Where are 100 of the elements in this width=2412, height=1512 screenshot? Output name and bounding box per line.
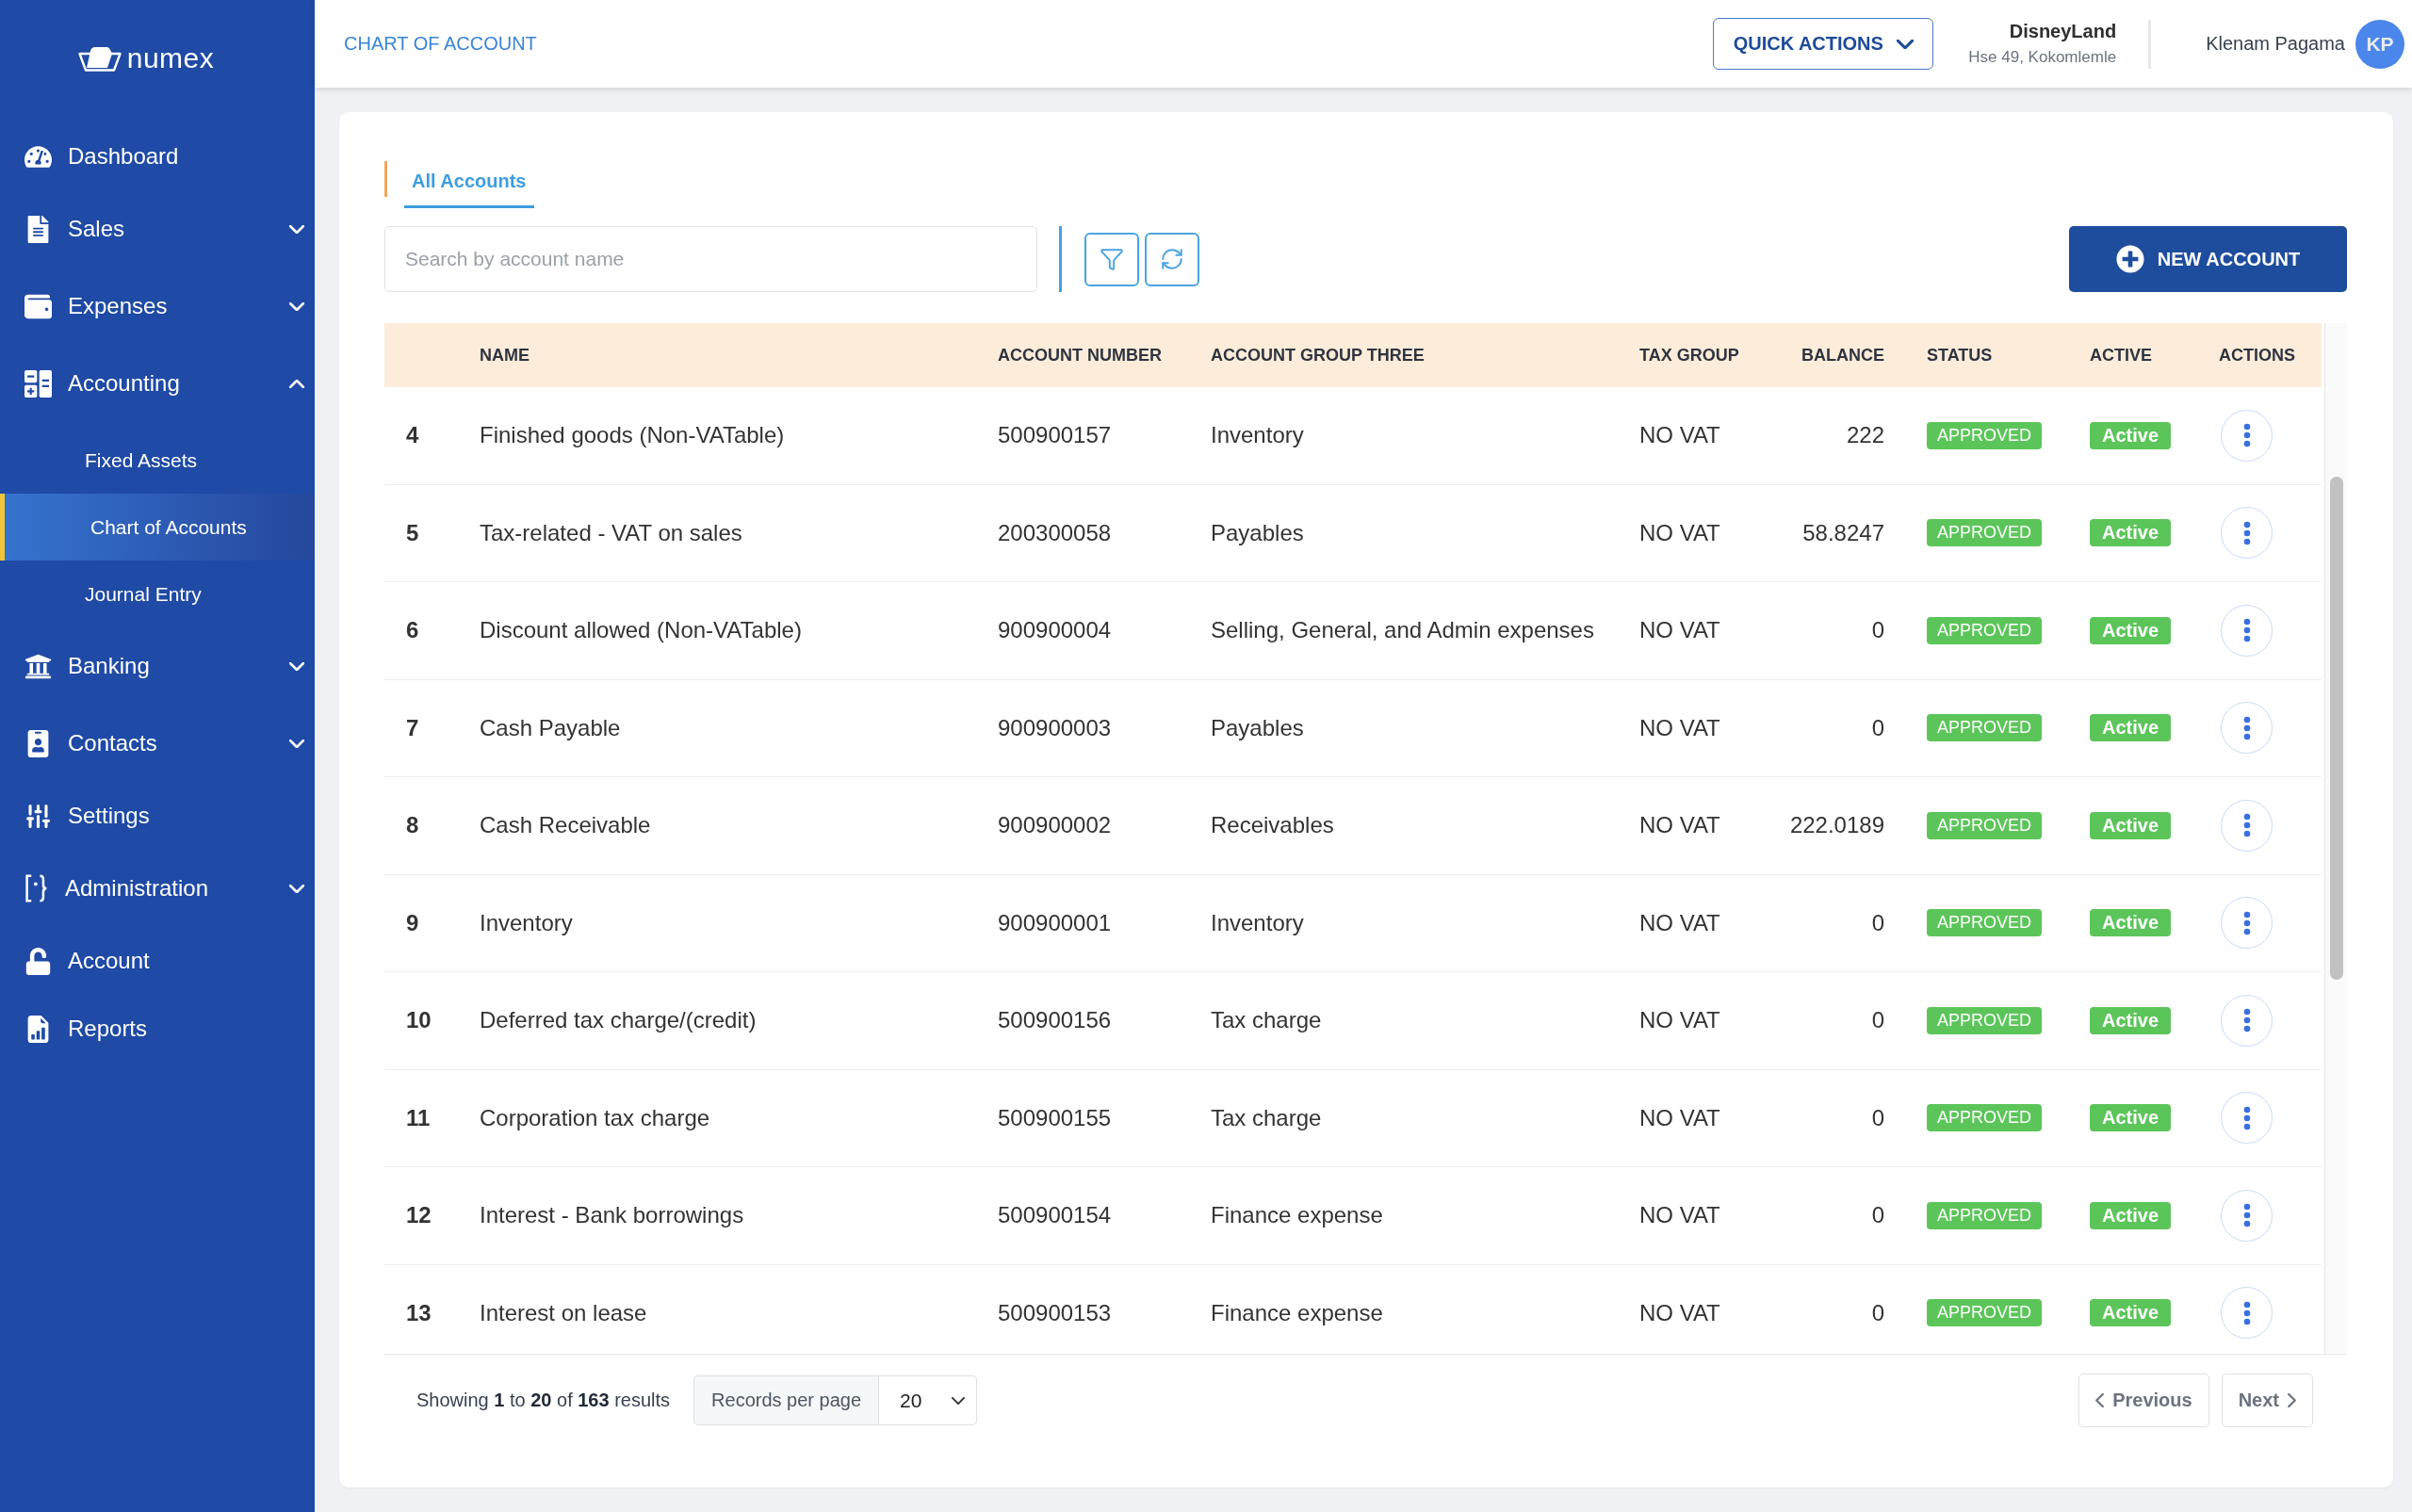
column-header: ACTIONS [2219,345,2296,366]
table-cell-text: Cash Payable [480,714,622,741]
dots-vertical-icon [2242,813,2251,838]
status-badge: APPROVED [1927,519,2043,547]
scrollbar-thumb[interactable] [2330,477,2343,980]
results-summary: Showing 1 to 20 of 163 results [416,1390,671,1411]
chevron-down-icon [1896,39,1914,49]
dots-vertical-icon [2242,423,2251,448]
table-cell-text: 500900156 [998,1007,1113,1034]
sidebar-subitem[interactable]: Chart of Accounts [0,494,315,561]
table-cell-text: NO VAT [1639,714,1721,741]
sidebar-item[interactable]: Settings [0,782,315,850]
sidebar-item[interactable]: Reports [0,995,315,1063]
active-badge: Active [2090,1299,2172,1327]
records-per-page-label: Records per page [693,1375,879,1425]
status-badge: APPROVED [1927,714,2043,742]
table-cell-text: 0 [1870,1104,1885,1131]
table-cell-text: 900900004 [998,617,1113,644]
table-cell-text: 0 [1870,617,1885,644]
table-cell-text: Cash Receivable [480,812,652,839]
table-cell-text: 900900001 [998,909,1113,936]
table-cell-text: Receivables [1211,812,1335,839]
column-header: ACTIVE [2090,345,2153,366]
sidebar-item[interactable]: Contacts [0,705,315,782]
table-cell-text: NO VAT [1639,1104,1721,1131]
next-button[interactable]: Next [2221,1374,2313,1427]
table-cell-text: 900900003 [998,714,1113,741]
table-cell-text: Tax-related - VAT on sales [480,519,743,546]
table-cell-text: Tax charge [1211,1104,1323,1131]
table-cell-text: NO VAT [1639,519,1721,546]
table-cell-text: NO VAT [1639,1007,1721,1034]
table-cell-text: 222.0189 [1788,812,1885,839]
row-number: 4 [405,422,420,449]
sidebar-subitem[interactable]: Journal Entry [0,561,315,627]
dots-vertical-icon [2242,520,2251,545]
table-cell-text: 0 [1870,909,1885,936]
search-field[interactable]: Search by account name [384,226,1037,292]
status-badge: APPROVED [1927,811,2043,839]
table-cell-text: 200300058 [998,519,1113,546]
new-account-button[interactable]: NEW ACCOUNT [2069,226,2347,292]
column-header: STATUS [1927,345,1994,366]
calculator-icon [24,369,52,398]
table-cell-text: 0 [1870,1202,1885,1229]
wallet-icon [24,292,52,320]
table-cell-text: Corporation tax charge [480,1104,711,1131]
table-cell-text: NO VAT [1639,1202,1721,1229]
table-cell-text: NO VAT [1639,1299,1721,1326]
table-cell-text: Inventory [480,909,574,936]
status-badge: APPROVED [1927,1104,2043,1132]
refresh-button[interactable] [1145,232,1199,286]
status-badge: APPROVED [1927,1006,2043,1034]
table-cell-text: 500900155 [998,1104,1113,1131]
sidebar-item[interactable]: Banking [0,627,315,705]
table-cell-text: Interest - Bank borrowings [480,1202,745,1229]
table-cell-text: 0 [1870,1007,1885,1034]
table-cell-text: Discount allowed (Non-VATable) [480,617,803,644]
table-cell-text: Tax charge [1211,1007,1323,1034]
sidebar-item[interactable]: Dashboard [0,122,315,190]
sidebar-item[interactable]: Account [0,927,315,995]
table-cell-text: Payables [1211,714,1305,741]
table-cell-text: 58.8247 [1801,519,1885,546]
company-name: DisneyLand [2009,21,2117,42]
dots-vertical-icon [2242,1300,2251,1325]
chevron-right-icon [2288,1393,2296,1407]
dots-vertical-icon [2242,1203,2251,1228]
active-badge: Active [2090,714,2172,742]
table-cell-text: 222 [1845,422,1885,449]
column-header: ACCOUNT GROUP THREE [1211,345,1426,366]
status-badge: APPROVED [1927,1299,2043,1327]
dots-vertical-icon [2242,1105,2251,1130]
sidebar-item[interactable]: Sales [0,190,315,268]
refresh-icon [1160,247,1184,271]
status-badge: APPROVED [1927,909,2043,937]
page-size-select[interactable]: 20 [878,1375,978,1425]
table-cell-text: 500900157 [998,422,1113,449]
table-cell-text: 500900153 [998,1299,1113,1326]
sidebar-item[interactable]: Administration [0,850,315,927]
row-number: 10 [405,1007,432,1034]
column-header: BALANCE [1801,345,1885,366]
sidebar-item[interactable]: Accounting [0,345,315,422]
filter-button[interactable] [1084,232,1139,286]
sidebar-subitem[interactable]: Fixed Assets [0,427,315,494]
quick-actions-button[interactable]: QUICK ACTIONS [1713,18,1934,70]
active-badge: Active [2090,1006,2172,1034]
row-number: 7 [405,714,420,741]
sliders-icon [24,802,52,830]
sidebar-item[interactable]: Expenses [0,268,315,345]
table-cell-text: NO VAT [1639,909,1721,936]
page-title: CHART OF ACCOUNT [344,33,537,55]
table-cell-text: NO VAT [1639,422,1721,449]
previous-button[interactable]: Previous [2078,1374,2209,1427]
row-number: 11 [405,1104,432,1131]
active-badge: Active [2090,811,2172,839]
column-header: TAX GROUP [1639,345,1740,366]
table-cell-text: 0 [1870,714,1885,741]
table-cell-text: 0 [1870,1299,1885,1326]
status-badge: APPROVED [1927,616,2043,644]
unlock-icon [24,947,52,975]
bank-icon [24,652,52,680]
user-avatar: KP [2355,19,2404,69]
